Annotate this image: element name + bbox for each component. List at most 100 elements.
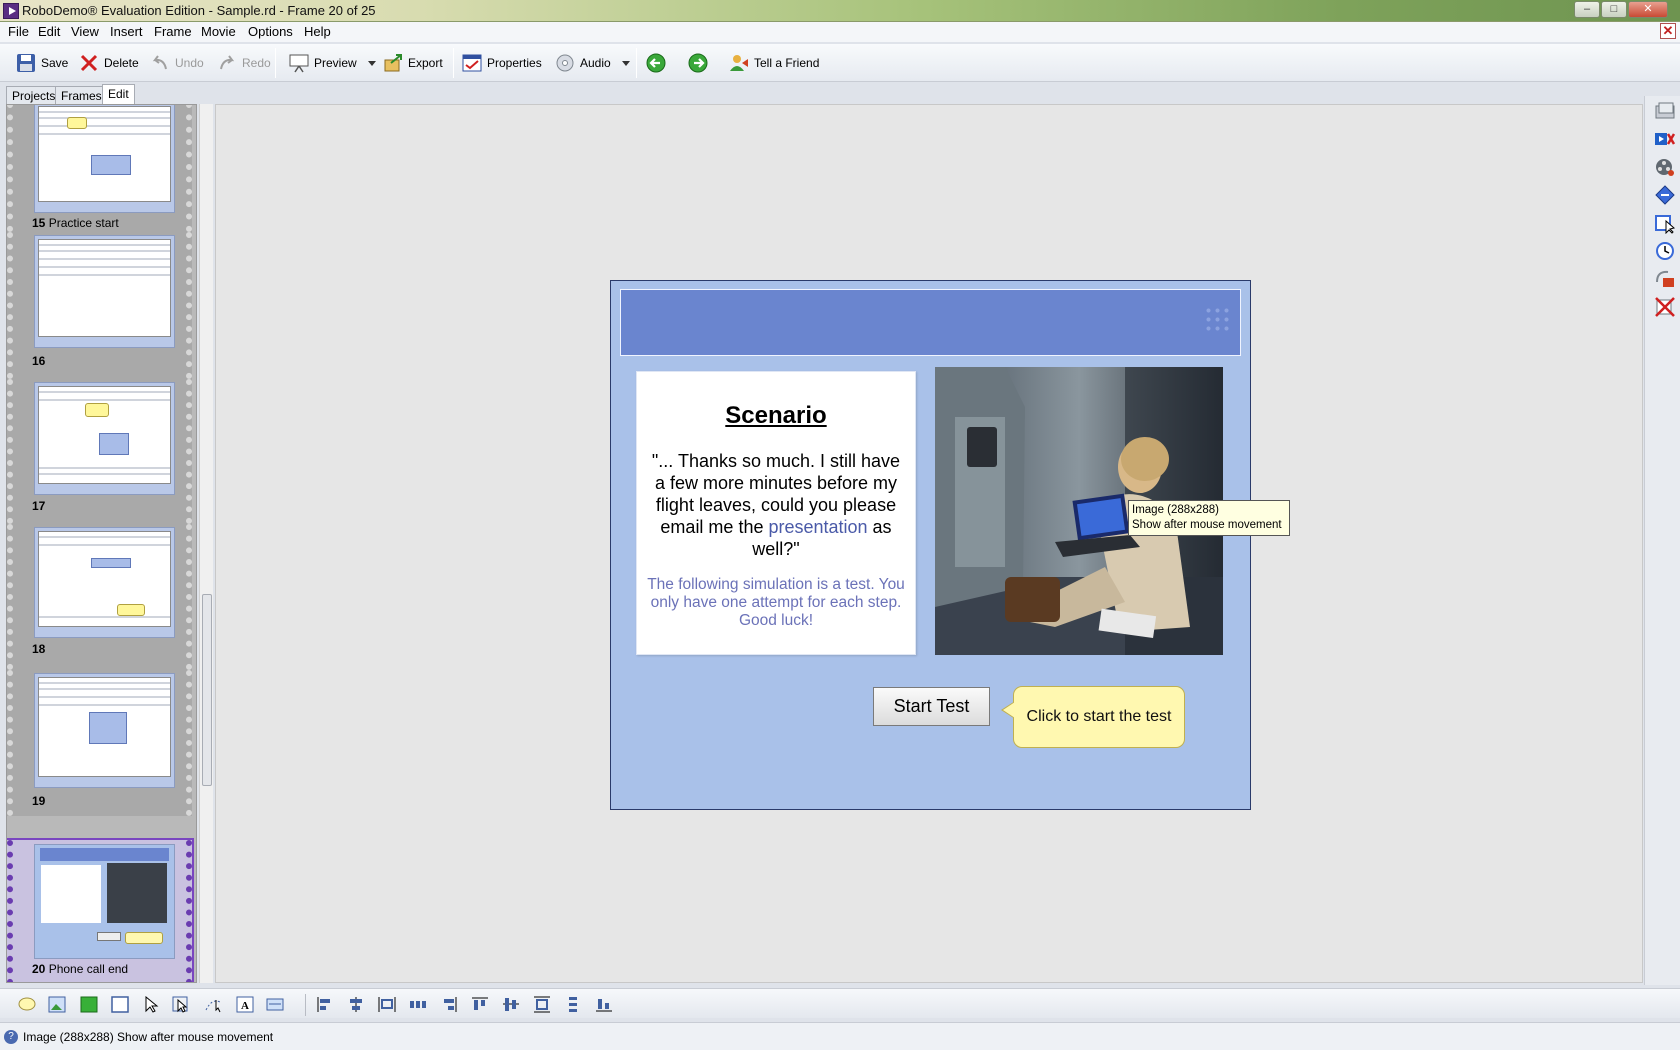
- rectangle-outline-icon[interactable]: [111, 996, 129, 1013]
- filmstrip-scrollbar[interactable]: [199, 104, 213, 983]
- frame-filmstrip: 15 Practice start 16 17 18 19 20 Phone c…: [6, 104, 197, 983]
- maximize-button[interactable]: □: [1601, 1, 1627, 18]
- scenario-text-box[interactable]: Scenario "... Thanks so much. I still ha…: [636, 371, 916, 655]
- tab-edit[interactable]: Edit: [102, 84, 135, 105]
- dot-grid-logo: [1204, 306, 1230, 332]
- film-reel-icon[interactable]: [1654, 156, 1676, 178]
- close-button[interactable]: ✕: [1628, 1, 1668, 18]
- red-x-icon: [79, 53, 99, 73]
- align-right-icon[interactable]: [440, 996, 458, 1013]
- frame-number: 17: [32, 499, 46, 513]
- image-insert-icon[interactable]: [48, 996, 66, 1013]
- scenario-note: The following simulation is a test. You …: [647, 576, 905, 629]
- frame-preview-19: [34, 673, 175, 788]
- properties-label: Properties: [487, 56, 542, 70]
- green-left-arrow-icon: [646, 53, 666, 73]
- redo-label: Redo: [242, 56, 271, 70]
- frame-preview-17: [34, 382, 175, 495]
- align-left-icon[interactable]: [316, 996, 334, 1013]
- title-bar: RoboDemo® Evaluation Edition - Sample.rd…: [0, 0, 1680, 22]
- preview-label: Preview: [314, 56, 357, 70]
- menu-view[interactable]: View: [69, 24, 101, 39]
- menu-edit[interactable]: Edit: [36, 24, 62, 39]
- preview-button[interactable]: Preview: [289, 53, 357, 73]
- frame-thumbnail-17[interactable]: 17: [7, 379, 192, 524]
- frame-number: 18: [32, 642, 46, 656]
- previous-frame-button[interactable]: [646, 53, 666, 73]
- align-middle-icon[interactable]: [502, 996, 520, 1013]
- frame-thumbnail-19[interactable]: 19: [7, 670, 192, 816]
- frame-number: 19: [32, 794, 46, 808]
- space-horizontal-icon[interactable]: [409, 996, 427, 1013]
- projector-screen-icon: [289, 53, 309, 73]
- timer-clock-icon[interactable]: [1654, 240, 1676, 262]
- align-top-icon[interactable]: [471, 996, 489, 1013]
- delete-button[interactable]: Delete: [79, 53, 139, 73]
- frame-preview-18: [34, 527, 175, 638]
- next-frame-button[interactable]: [688, 53, 708, 73]
- save-label: Save: [41, 56, 69, 70]
- align-bottom-icon[interactable]: [595, 996, 613, 1013]
- frame-preview-15: [34, 105, 175, 213]
- audio-dropdown-arrow[interactable]: [622, 61, 630, 66]
- status-text: Image (288x288) Show after mouse movemen…: [23, 1030, 274, 1044]
- space-vertical-icon[interactable]: [564, 996, 582, 1013]
- menu-file[interactable]: File: [6, 24, 31, 39]
- text-caption-icon[interactable]: A: [236, 996, 254, 1013]
- status-bar: ? Image (288x288) Show after mouse movem…: [0, 1022, 1680, 1050]
- flash-movie-icon[interactable]: [1654, 128, 1676, 150]
- highlight-box-icon[interactable]: [1654, 184, 1676, 206]
- align-center-icon[interactable]: [347, 996, 365, 1013]
- audio-button[interactable]: Audio: [555, 53, 611, 73]
- minimize-button[interactable]: ‒: [1574, 1, 1600, 18]
- undo-button[interactable]: Undo: [150, 53, 204, 73]
- frame-thumbnail-18[interactable]: 18: [7, 524, 192, 670]
- scenario-title: Scenario: [725, 402, 827, 429]
- mouse-path-icon[interactable]: [204, 996, 222, 1013]
- rollover-icon[interactable]: [1654, 268, 1676, 290]
- export-button[interactable]: Export: [383, 53, 443, 73]
- scenario-quote: "... Thanks so much. I still have a few …: [651, 451, 901, 559]
- edit-canvas: Scenario "... Thanks so much. I still ha…: [215, 104, 1643, 983]
- tab-projects[interactable]: Projects: [6, 86, 62, 104]
- menu-options[interactable]: Options: [246, 24, 295, 39]
- robodemo-app-icon[interactable]: [3, 3, 19, 19]
- floppy-disk-icon: [16, 53, 36, 73]
- tell-a-friend-label: Tell a Friend: [754, 56, 820, 70]
- callout-shape-icon[interactable]: [18, 996, 36, 1013]
- frame-thumbnail-16[interactable]: 16: [7, 232, 192, 379]
- pointer-group-icon[interactable]: [172, 996, 190, 1013]
- distribute-vertical-icon[interactable]: [533, 996, 551, 1013]
- filled-rectangle-icon[interactable]: [80, 996, 98, 1013]
- menu-help[interactable]: Help: [302, 24, 333, 39]
- align-toolbar: A: [0, 988, 1680, 1018]
- slide-frame[interactable]: Scenario "... Thanks so much. I still ha…: [610, 280, 1251, 810]
- redo-button[interactable]: Redo: [217, 53, 271, 73]
- pointer-select-icon[interactable]: [142, 995, 160, 1013]
- properties-button[interactable]: Properties: [462, 53, 542, 73]
- object-toolbar: [1644, 96, 1680, 985]
- properties-sheet-icon: [462, 53, 482, 73]
- frame-name: Phone call end: [48, 962, 129, 976]
- frame-thumbnail-20[interactable]: 20 Phone call end: [7, 838, 194, 982]
- frame-thumbnail-15[interactable]: 15 Practice start: [7, 105, 192, 232]
- menu-frame[interactable]: Frame: [152, 24, 194, 39]
- background-icon[interactable]: [1654, 100, 1676, 122]
- click-instruction-callout[interactable]: Click to start the test: [1013, 686, 1185, 748]
- preview-dropdown-arrow[interactable]: [368, 61, 376, 66]
- start-test-button[interactable]: Start Test: [873, 687, 990, 726]
- redo-arrow-icon: [217, 53, 237, 73]
- filmstrip-scrollbar-thumb[interactable]: [202, 594, 212, 786]
- tab-frames[interactable]: Frames: [55, 86, 108, 104]
- distribute-horizontal-icon[interactable]: [378, 996, 396, 1013]
- presentation-highlight: presentation: [768, 517, 868, 537]
- menu-insert[interactable]: Insert: [108, 24, 145, 39]
- delete-objects-icon[interactable]: [1654, 296, 1676, 318]
- tell-a-friend-button[interactable]: Tell a Friend: [729, 53, 819, 73]
- frame-size-icon[interactable]: [266, 996, 284, 1013]
- document-close-button[interactable]: ✕: [1660, 23, 1676, 39]
- click-box-icon[interactable]: [1654, 212, 1676, 235]
- save-button[interactable]: Save: [16, 53, 68, 73]
- frame-number: 15: [32, 216, 46, 230]
- menu-movie[interactable]: Movie: [199, 24, 238, 39]
